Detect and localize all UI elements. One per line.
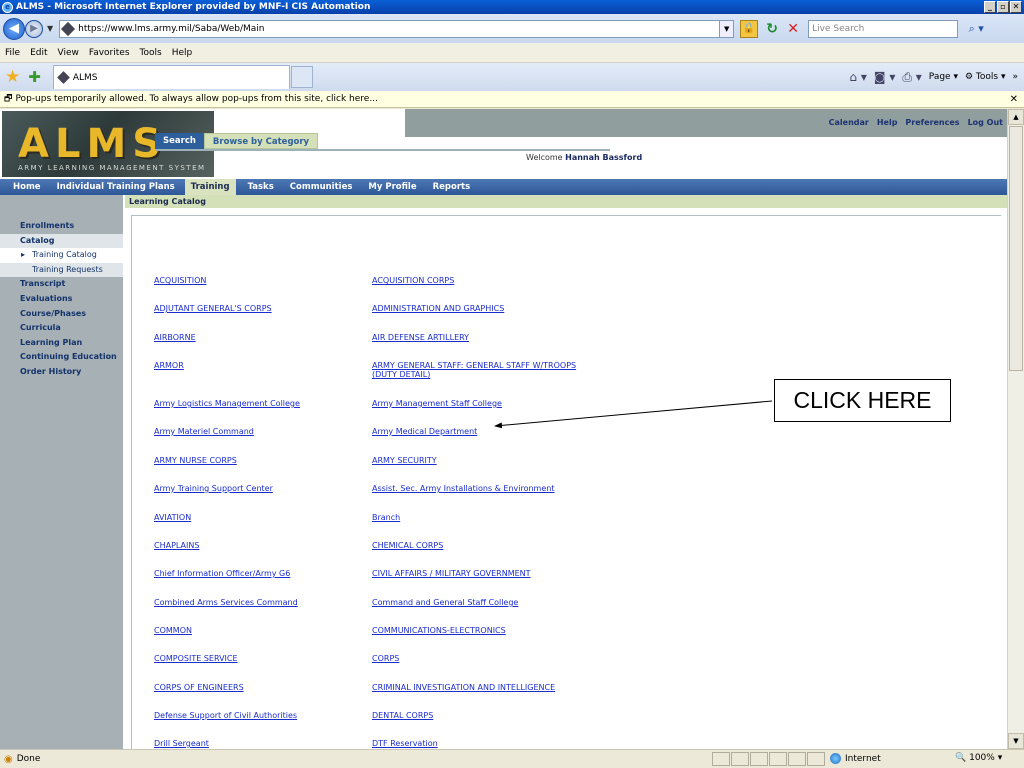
category-link[interactable]: AIR DEFENSE ARTILLERY: [372, 333, 469, 343]
zoom-level[interactable]: 🔍 100% ▾: [955, 753, 1002, 763]
zoom-icon: 🔍: [955, 753, 967, 763]
status-done: ◉ Done: [0, 754, 40, 765]
category-link[interactable]: ARMY GENERAL STAFF: GENERAL STAFF W/TROO…: [372, 361, 576, 371]
category-link[interactable]: COMMON: [154, 626, 192, 636]
category-link[interactable]: ADJUTANT GENERAL'S CORPS: [154, 304, 272, 314]
zone-label: Internet: [845, 753, 881, 764]
scroll-down-icon[interactable]: ▼: [1008, 733, 1024, 749]
globe-icon: [830, 753, 841, 764]
category-link[interactable]: Branch: [372, 513, 400, 523]
category-link[interactable]: Army Management Staff College: [372, 399, 502, 409]
category-link[interactable]: Combined Arms Services Command: [154, 598, 298, 608]
category-link[interactable]: AIRBORNE: [154, 333, 196, 343]
status-text: Done: [16, 754, 41, 764]
status-cell: [788, 752, 806, 766]
category-link[interactable]: CHAPLAINS: [154, 541, 199, 551]
status-bar: ◉ Done Internet 🔍 100% ▾: [0, 749, 1024, 768]
status-cells: [712, 752, 826, 766]
category-link[interactable]: ACQUISITION CORPS: [372, 276, 454, 286]
category-link[interactable]: Chief Information Officer/Army G6: [154, 569, 290, 579]
category-link[interactable]: CHEMICAL CORPS: [372, 541, 443, 551]
category-link[interactable]: ADMINISTRATION AND GRAPHICS: [372, 304, 504, 314]
status-cell: [750, 752, 768, 766]
category-link[interactable]: ARMY SECURITY: [372, 456, 437, 466]
category-link[interactable]: CORPS: [372, 654, 399, 664]
vertical-scrollbar[interactable]: ▲ ▼: [1007, 109, 1024, 749]
category-link[interactable]: Army Medical Department: [372, 427, 477, 437]
category-link[interactable]: DENTAL CORPS: [372, 711, 433, 721]
category-link[interactable]: DTF Reservation: [372, 739, 438, 749]
category-link[interactable]: CRIMINAL INVESTIGATION AND INTELLIGENCE: [372, 683, 555, 693]
category-link[interactable]: CORPS OF ENGINEERS: [154, 683, 244, 693]
category-link[interactable]: Command and General Staff College: [372, 598, 518, 608]
category-link[interactable]: ARMOR: [154, 361, 184, 371]
status-cell: [807, 752, 825, 766]
category-link[interactable]: CIVIL AFFAIRS / MILITARY GOVERNMENT: [372, 569, 531, 579]
scroll-up-icon[interactable]: ▲: [1008, 109, 1024, 125]
category-link[interactable]: ARMY NURSE CORPS: [154, 456, 237, 466]
status-cell: [731, 752, 749, 766]
category-link[interactable]: Army Materiel Command: [154, 427, 254, 437]
warning-icon: ◉: [4, 753, 13, 765]
zoom-value: 100%: [969, 753, 995, 763]
click-here-callout: CLICK HERE: [774, 379, 951, 422]
category-link[interactable]: ACQUISITION: [154, 276, 206, 286]
category-link[interactable]: Army Training Support Center: [154, 484, 273, 494]
category-link[interactable]: COMPOSITE SERVICE: [154, 654, 238, 664]
category-link[interactable]: COMMUNICATIONS-ELECTRONICS: [372, 626, 506, 636]
category-link[interactable]: Assist. Sec. Army Installations & Enviro…: [372, 484, 554, 494]
status-cell: [769, 752, 787, 766]
category-link[interactable]: Drill Sergeant: [154, 739, 209, 749]
status-cell: [712, 752, 730, 766]
category-link[interactable]: Army Logistics Management College: [154, 399, 300, 409]
scroll-thumb[interactable]: [1009, 126, 1023, 371]
category-link[interactable]: AVIATION: [154, 513, 191, 523]
security-zone[interactable]: Internet: [830, 753, 881, 764]
category-link[interactable]: Defense Support of Civil Authorities: [154, 711, 297, 721]
